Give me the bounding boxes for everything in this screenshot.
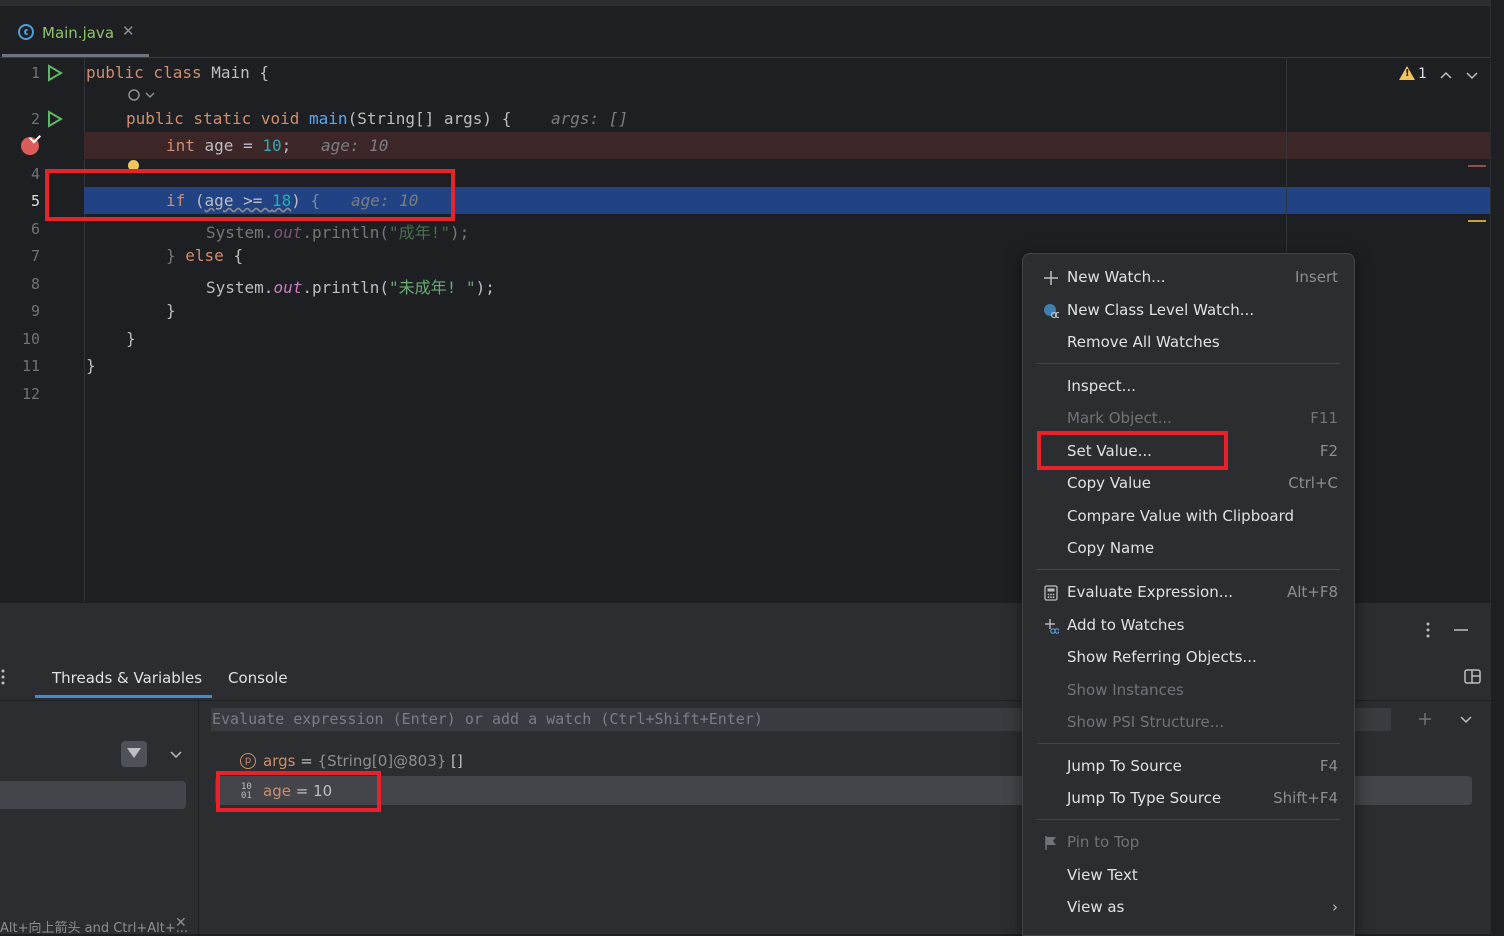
threads-pane — [0, 700, 199, 934]
menu-item-new-class-level-watch[interactable]: New Class Level Watch... — [1023, 295, 1354, 327]
highlight-box — [1037, 431, 1228, 470]
code-line-11: } — [86, 356, 96, 375]
filter-icon[interactable] — [121, 741, 147, 767]
more-icon[interactable] — [0, 668, 8, 686]
selected-frame[interactable] — [0, 781, 186, 809]
line-number: 7 — [30, 247, 40, 265]
calculator-icon — [1044, 585, 1058, 601]
inline-hint: args: [] — [551, 109, 629, 128]
add-watch-icon — [1045, 619, 1059, 634]
menu-separator — [1037, 819, 1340, 820]
menu-item-show-psi-structure[interactable]: Show PSI Structure... — [1023, 707, 1354, 739]
options-icon[interactable] — [1420, 620, 1480, 640]
active-tab-underline — [35, 695, 212, 698]
inline-hint: age: 10 — [321, 136, 389, 155]
right-tool-strip — [1490, 0, 1504, 934]
menu-separator — [1037, 569, 1340, 570]
code-line-9: } — [166, 301, 176, 320]
menu-item-evaluate-expression[interactable]: Evaluate Expression... Alt+F8 — [1023, 577, 1354, 609]
tab-label: Main.java — [42, 24, 115, 42]
menu-item-show-instances[interactable]: Show Instances — [1023, 675, 1354, 707]
context-menu: New Watch... Insert New Class Level Watch… — [1022, 253, 1355, 936]
parameter-icon: p — [240, 753, 256, 769]
layout-icon[interactable] — [1464, 669, 1482, 685]
scroll-marker — [1468, 165, 1486, 167]
line-number: 8 — [30, 275, 40, 293]
menu-separator — [1037, 363, 1340, 364]
window-top-strip — [0, 0, 1504, 6]
warning-count[interactable]: 1 — [1418, 66, 1427, 82]
menu-item-copy-name[interactable]: Copy Name — [1023, 533, 1354, 565]
highlight-box — [45, 169, 455, 221]
line-number: 2 — [30, 110, 40, 128]
chevron-right-icon: › — [1332, 898, 1338, 916]
menu-item-show-referring-objects[interactable]: Show Referring Objects... — [1023, 642, 1354, 674]
menu-item-compare-value[interactable]: Compare Value with Clipboard — [1023, 501, 1354, 533]
line-number: 9 — [30, 302, 40, 320]
code-line-1: public class Main { — [86, 63, 270, 82]
menu-item-inspect[interactable]: Inspect... — [1023, 371, 1354, 403]
menu-item-add-to-watches[interactable]: Add to Watches — [1023, 610, 1354, 642]
pin-icon — [1045, 836, 1056, 850]
gear-hint-icon[interactable] — [126, 87, 156, 103]
run-gutter-icon[interactable] — [47, 64, 63, 82]
menu-item-jump-to-type-source[interactable]: Jump To Type Source Shift+F4 — [1023, 783, 1354, 815]
evaluate-placeholder: Evaluate expression (Enter) or add a wat… — [212, 710, 763, 728]
close-icon[interactable]: ✕ — [122, 22, 135, 40]
close-icon[interactable]: ✕ — [175, 915, 187, 931]
menu-item-pin-to-top[interactable]: Pin to Top — [1023, 827, 1354, 859]
java-class-icon — [18, 24, 34, 40]
add-watch-icon[interactable] — [1416, 711, 1480, 731]
variable-row-args[interactable]: args = {String[0]@803} [] — [263, 752, 463, 770]
line-number: 5 — [30, 192, 40, 210]
menu-item-jump-to-source[interactable]: Jump To Source F4 — [1023, 751, 1354, 783]
highlight-box — [216, 771, 381, 812]
code-line-7: } else { — [166, 246, 244, 265]
class-watch-icon — [1044, 304, 1059, 319]
tab-threads-variables[interactable]: Threads & Variables — [52, 669, 202, 687]
code-line-6: System.out.println("成年!"); — [206, 223, 470, 242]
plus-icon — [1044, 271, 1058, 285]
chevron-down-icon[interactable] — [168, 748, 184, 762]
menu-item-view-as[interactable]: View as › — [1023, 892, 1354, 924]
menu-item-remove-all-watches[interactable]: Remove All Watches — [1023, 327, 1354, 359]
menu-separator — [1037, 743, 1340, 744]
code-line-3: int age = 10; — [166, 136, 292, 155]
navigate-arrows-icon[interactable] — [1438, 68, 1478, 82]
breakpoint-line-highlight — [84, 132, 1490, 159]
warning-icon[interactable] — [1399, 66, 1415, 80]
status-hint: Alt+向上箭头 and Ctrl+Alt+... — [0, 921, 189, 936]
line-number: 4 — [30, 165, 40, 183]
line-number: 11 — [21, 357, 40, 375]
menu-item-new-watch[interactable]: New Watch... Insert — [1023, 262, 1354, 294]
line-number: 12 — [21, 385, 40, 403]
line-number: 6 — [30, 220, 40, 238]
scroll-marker — [1468, 220, 1486, 222]
code-line-2: public static void main(String[] args) { — [126, 109, 512, 128]
menu-item-copy-value[interactable]: Copy Value Ctrl+C — [1023, 468, 1354, 500]
tab-main-java[interactable]: Main.java ✕ — [0, 10, 150, 57]
tab-console[interactable]: Console — [228, 669, 288, 687]
breakpoint-icon[interactable] — [21, 137, 39, 155]
code-line-8: System.out.println("未成年! "); — [206, 278, 495, 297]
line-number: 1 — [30, 64, 40, 82]
code-line-10: } — [126, 329, 136, 348]
line-number: 10 — [21, 330, 40, 348]
menu-item-view-text[interactable]: View Text — [1023, 860, 1354, 892]
run-gutter-icon[interactable] — [47, 110, 63, 128]
editor-tab-bar: Main.java ✕ — [0, 0, 1504, 58]
